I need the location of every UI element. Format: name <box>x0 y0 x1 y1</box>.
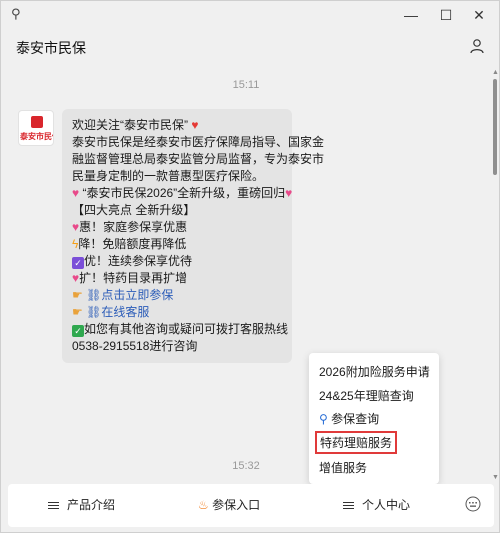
scroll-down-icon[interactable]: ▼ <box>492 474 499 481</box>
timestamp: 15:11 <box>232 79 260 91</box>
message-greeting: 欢迎关注“泰安市民保” ♥ <box>72 118 199 132</box>
sparkle-heart-icon: ♥ <box>72 186 80 200</box>
app-window: ⚲ — ☐ ✕ 泰安市民保 15:11 泰安市民保 欢迎关注“泰安市民保” ♥ … <box>0 0 500 533</box>
message-intro: 融监督管理总局泰安监管分局监督，专为泰安市 <box>72 152 325 166</box>
user-icon[interactable] <box>469 38 485 54</box>
message-intro: 泰安市民保是经泰安市医疗保障局指导、国家金 <box>72 135 325 149</box>
heart-icon: ♥ <box>191 118 199 132</box>
menu-item-claim-query[interactable]: 24&25年理赔查询 <box>319 387 414 404</box>
avatar[interactable]: 泰安市民保 <box>18 110 54 146</box>
highlights-title: 【四大亮点 全新升级】 <box>72 203 196 217</box>
tab-enroll-entry[interactable]: ♨ 参保入口 <box>198 496 260 513</box>
highlight-item: ♥惠！家庭参保享优惠 <box>72 220 188 234</box>
menu-item-drug-claim[interactable]: 特药理赔服务 <box>315 431 398 454</box>
menu-icon <box>343 500 354 511</box>
check-icon: ✓ <box>72 325 84 337</box>
minimize-button[interactable]: — <box>396 5 426 25</box>
maximize-button[interactable]: ☐ <box>431 5 461 25</box>
avatar-label: 泰安市民保 <box>20 132 53 141</box>
contact-line: ✓ 如您有其他咨询或疑问可拨打客服热线 <box>72 321 288 338</box>
tab-product-intro[interactable]: 产品介绍 <box>48 496 115 513</box>
logo-mark-icon <box>31 116 43 128</box>
popup-menu: 2026附加险服务申请 24&25年理赔查询 ⚲ 参保查询 特药理赔服务 增值服… <box>309 353 439 484</box>
search-icon: ⚲ <box>319 412 328 426</box>
enroll-link[interactable]: ☛ ⛓点击立即参保 <box>72 287 282 304</box>
message-upgrade: ♥ “泰安市民保2026”全新升级，重磅回归♥ <box>72 186 293 200</box>
highlight-item: ♥扩！特药目录再扩增 <box>72 271 188 285</box>
contact-line: 0538-2915518进行咨询 <box>72 339 198 353</box>
pointing-hand-icon: ☛ <box>72 305 83 319</box>
scroll-up-icon[interactable]: ▲ <box>492 69 499 76</box>
service-link[interactable]: ☛ ⛓在线客服 <box>72 304 282 321</box>
sparkle-heart-icon: ♥ <box>285 186 293 200</box>
bottom-menu-bar: 产品介绍 ♨ 参保入口 个人中心 <box>8 484 494 527</box>
message-bubble: 欢迎关注“泰安市民保” ♥ 泰安市民保是经泰安市医疗保障局指导、国家金 融监督管… <box>62 109 325 363</box>
pointing-hand-icon: ☛ <box>72 288 83 302</box>
fire-icon: ♨ <box>198 498 209 512</box>
menu-item-addon-service[interactable]: 2026附加险服务申请 <box>319 363 430 380</box>
title-bar: ⚲ — ☐ ✕ <box>1 1 499 29</box>
keyboard-toggle-icon[interactable] <box>465 496 481 512</box>
link-icon: ⛓ <box>86 288 102 302</box>
scroll-thumb[interactable] <box>493 79 497 175</box>
pin-icon[interactable]: ⚲ <box>11 6 21 22</box>
highlight-item: ϟ降！免赔额度再降低 <box>72 237 187 251</box>
scrollbar[interactable]: ▲ ▼ <box>491 65 499 483</box>
close-button[interactable]: ✕ <box>464 5 494 25</box>
link-icon: ⛓ <box>86 305 102 319</box>
menu-icon <box>48 500 59 511</box>
chat-header: 泰安市民保 <box>1 29 499 65</box>
page-title: 泰安市民保 <box>16 40 86 56</box>
highlight-item: ✓ 优！连续参保享优待 <box>72 253 282 270</box>
menu-item-enroll-query[interactable]: ⚲ 参保查询 <box>319 410 379 427</box>
menu-item-value-added[interactable]: 增值服务 <box>319 459 367 476</box>
tab-personal-center[interactable]: 个人中心 <box>343 496 410 513</box>
check-icon: ✓ <box>72 257 84 269</box>
message-intro: 民量身定制的一款普惠型医疗保险。 <box>72 169 265 183</box>
